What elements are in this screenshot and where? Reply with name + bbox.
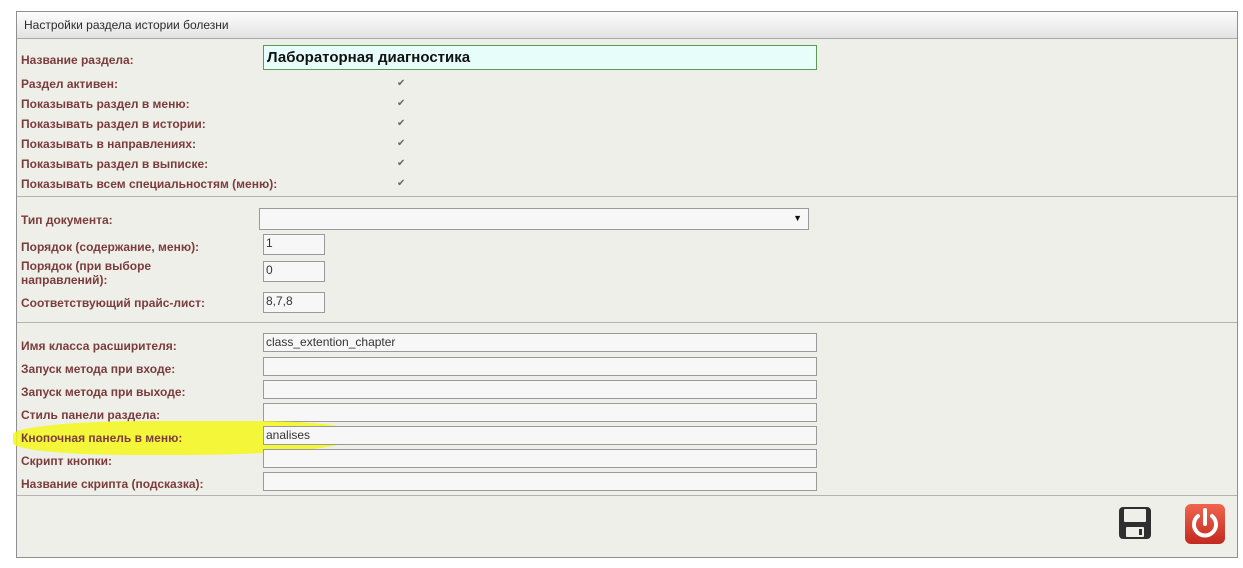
ext-field-label: Кнопочная панель в меню: <box>21 431 183 445</box>
checkbox-show-menu[interactable]: ✔ <box>397 99 407 109</box>
order-dir-input[interactable]: 0 <box>263 261 325 282</box>
checkbox-show-all-specialties[interactable]: ✔ <box>397 179 407 189</box>
order-menu-input[interactable]: 1 <box>263 234 325 255</box>
save-icon <box>1119 507 1151 539</box>
ext-field-label: Стиль панели раздела: <box>21 408 161 422</box>
doc-type-select[interactable]: ▼ <box>259 208 809 230</box>
divider <box>17 322 1237 323</box>
ext-button-panel-input[interactable]: analises <box>263 426 817 445</box>
doc-type-label: Тип документа: <box>21 213 113 227</box>
section-name-label: Название раздела: <box>21 53 134 67</box>
ext-field-label: Скрипт кнопки: <box>21 454 113 468</box>
ext-on-exit-input[interactable] <box>263 380 817 399</box>
checkbox-label: Показывать в направлениях: <box>21 137 197 151</box>
checkbox-show-history[interactable]: ✔ <box>397 119 407 129</box>
ext-field-label: Запуск метода при входе: <box>21 362 176 376</box>
order-dir-label: Порядок (при выборе направлений): <box>21 259 152 287</box>
divider <box>17 495 1237 496</box>
checkbox-active[interactable]: ✔ <box>397 79 407 89</box>
settings-panel: Настройки раздела истории болезни Назван… <box>13 11 1238 558</box>
ext-field-label: Название скрипта (подсказка): <box>21 477 204 491</box>
save-button[interactable] <box>1115 503 1155 543</box>
ext-on-enter-input[interactable] <box>263 357 817 376</box>
checkbox-label: Показывать раздел в выписке: <box>21 157 209 171</box>
section-name-input[interactable]: Лабораторная диагностика <box>263 45 817 70</box>
power-icon <box>1185 504 1225 544</box>
order-menu-label: Порядок (содержание, меню): <box>21 240 200 254</box>
checkbox-label: Показывать всем специальностям (меню): <box>21 177 278 191</box>
divider <box>17 196 1237 197</box>
ext-class-input[interactable]: class_extention_chapter <box>263 333 817 352</box>
panel-title: Настройки раздела истории болезни <box>17 12 1237 39</box>
ext-field-label: Запуск метода при выходе: <box>21 385 186 399</box>
checkbox-show-directions[interactable]: ✔ <box>397 139 407 149</box>
ext-button-script-input[interactable] <box>263 449 817 468</box>
price-list-label: Соответствующий прайс-лист: <box>21 296 205 310</box>
chevron-down-icon: ▼ <box>793 213 802 223</box>
checkbox-label: Раздел активен: <box>21 77 118 91</box>
price-list-input[interactable]: 8,7,8 <box>263 292 325 313</box>
ext-field-label: Имя класса расширителя: <box>21 339 177 353</box>
checkbox-label: Показывать раздел в меню: <box>21 97 190 111</box>
power-button[interactable] <box>1184 503 1225 544</box>
checkbox-show-discharge[interactable]: ✔ <box>397 159 407 169</box>
ext-script-hint-input[interactable] <box>263 472 817 491</box>
ext-panel-style-input[interactable] <box>263 403 817 422</box>
checkbox-label: Показывать раздел в истории: <box>21 117 206 131</box>
